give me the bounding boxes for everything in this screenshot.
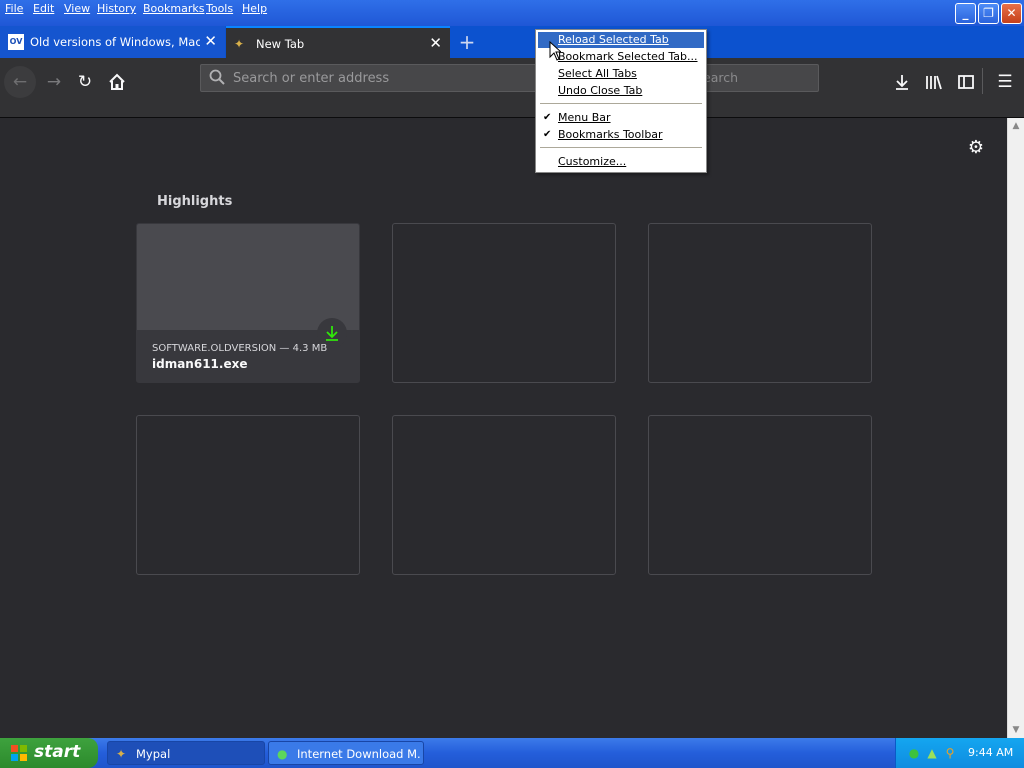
highlight-card-empty (648, 223, 872, 383)
card-preview (137, 224, 359, 330)
forward-arrow-icon: → (46, 72, 62, 92)
new-tab-page: ⚙ Highlights SOFTWARE.OLDVERSION — 4.3 M… (0, 118, 1007, 738)
restore-icon: ❐ (983, 6, 994, 20)
card-filename: idman611.exe (152, 357, 248, 371)
nav-toolbar: ← → ↻ earch (0, 58, 1024, 118)
reload-icon: ↻ (77, 72, 93, 92)
hamburger-icon: ☰ (997, 72, 1013, 92)
menu-item-customize[interactable]: Customize... (538, 154, 704, 170)
back-button[interactable]: ← (4, 66, 36, 98)
download-icon (896, 75, 908, 90)
search-icon (209, 69, 225, 85)
menu-item-label: Bookmark Selected Tab... (558, 50, 698, 63)
highlight-card-download[interactable]: SOFTWARE.OLDVERSION — 4.3 MB idman611.ex… (136, 223, 360, 383)
menu-item-undo-close-tab[interactable]: Undo Close Tab (538, 83, 704, 99)
highlight-card-empty (392, 223, 616, 383)
menu-item-select-all-tabs[interactable]: Select All Tabs (538, 66, 704, 82)
menu-history[interactable]: History (97, 2, 136, 16)
minimize-button[interactable]: _ (955, 3, 976, 24)
home-button[interactable] (101, 66, 133, 98)
tab-new-tab[interactable]: ✦ New Tab ✕ (226, 26, 450, 58)
idm-tray-icon[interactable]: ▲ (924, 745, 940, 761)
idm-globe-icon: ● (277, 747, 288, 761)
task-label: Mypal (136, 747, 171, 761)
menu-item-label: Customize... (558, 155, 627, 168)
checkmark-icon: ✔ (543, 112, 552, 123)
tab-close-icon[interactable]: ✕ (204, 33, 217, 49)
scroll-down-arrow-icon[interactable]: ▼ (1008, 722, 1024, 738)
close-icon: ✕ (1006, 6, 1017, 20)
mypal-favicon-icon: ✦ (234, 37, 245, 51)
reload-button[interactable]: ↻ (69, 66, 101, 98)
system-tray: ● ▲ ⚲ 9:44 AM (895, 738, 1024, 768)
download-arrow-icon (326, 326, 338, 341)
start-label: start (34, 742, 81, 762)
menu-item-bookmarks-toolbar[interactable]: ✔ Bookmarks Toolbar (538, 127, 704, 143)
open-menu-button[interactable]: ☰ (989, 66, 1021, 98)
taskbar-item-mypal[interactable]: ✦ Mypal (107, 741, 265, 765)
mypal-app-icon: ✦ (116, 747, 127, 761)
menu-item-menu-bar[interactable]: ✔ Menu Bar (538, 110, 704, 126)
back-arrow-icon: ← (12, 72, 28, 92)
address-input[interactable] (233, 69, 533, 87)
highlight-card-empty (648, 415, 872, 575)
home-icon (109, 73, 125, 90)
search-hint-text: earch (703, 70, 739, 85)
network-globe-icon[interactable]: ● (906, 745, 922, 761)
vertical-scrollbar[interactable]: ▲ ▼ (1007, 118, 1024, 738)
toolbar-separator (982, 68, 983, 94)
menu-item-label: Menu Bar (558, 111, 611, 124)
windows-logo-icon (11, 745, 27, 761)
menu-view[interactable]: View (64, 2, 90, 16)
card-source-size: SOFTWARE.OLDVERSION — 4.3 MB (152, 343, 328, 354)
library-button[interactable] (918, 66, 950, 98)
scroll-up-arrow-icon[interactable]: ▲ (1008, 118, 1024, 134)
gear-icon[interactable]: ⚙ (966, 138, 986, 158)
restore-button[interactable]: ❐ (978, 3, 999, 24)
tab-strip: OV Old versions of Windows, Mac and ✕ ✦ … (0, 26, 1024, 58)
oldversion-favicon-icon: OV (8, 34, 24, 50)
screen: File Edit View History Bookmarks Tools H… (0, 0, 1024, 768)
downloads-button[interactable] (886, 66, 918, 98)
new-tab-button[interactable]: + (455, 28, 479, 56)
library-icon (926, 75, 942, 90)
close-window-button[interactable]: ✕ (1001, 3, 1022, 24)
tab-title: Old versions of Windows, Mac and (30, 35, 200, 49)
menu-file[interactable]: File (5, 2, 23, 16)
highlight-card-empty (136, 415, 360, 575)
forward-button[interactable]: → (38, 66, 70, 98)
highlight-card-empty (392, 415, 616, 575)
sidebar-icon (958, 75, 974, 89)
menu-item-label: Bookmarks Toolbar (558, 128, 663, 141)
tab-title: New Tab (256, 37, 305, 51)
menu-item-label: Reload Selected Tab (558, 33, 669, 46)
clock: 9:44 AM (968, 746, 1014, 759)
menu-separator (540, 147, 702, 148)
url-bar[interactable]: earch (200, 64, 819, 92)
taskbar: start ✦ Mypal ● Internet Download M... ●… (0, 738, 1024, 768)
menu-separator (540, 103, 702, 104)
menu-bookmarks[interactable]: Bookmarks (143, 2, 204, 16)
menu-help[interactable]: Help (242, 2, 267, 16)
tab-oldversion[interactable]: OV Old versions of Windows, Mac and ✕ (0, 26, 225, 58)
start-button[interactable]: start (0, 738, 98, 768)
mouse-pointer-icon (549, 41, 561, 61)
tab-close-icon[interactable]: ✕ (429, 35, 442, 51)
menu-item-label: Select All Tabs (558, 67, 637, 80)
minimize-icon: _ (962, 6, 969, 20)
sidebar-button[interactable] (950, 66, 982, 98)
menu-edit[interactable]: Edit (33, 2, 54, 16)
checkmark-icon: ✔ (543, 129, 552, 140)
menu-bar: File Edit View History Bookmarks Tools H… (0, 0, 1024, 26)
menu-item-reload-selected-tab[interactable]: Reload Selected Tab (538, 32, 704, 48)
menu-tools[interactable]: Tools (206, 2, 233, 16)
menu-item-label: Undo Close Tab (558, 84, 643, 97)
taskbar-item-internet-download-manager[interactable]: ● Internet Download M... (268, 741, 424, 765)
search-tray-icon[interactable]: ⚲ (942, 745, 958, 761)
highlights-heading: Highlights (157, 194, 233, 209)
task-label: Internet Download M... (297, 747, 421, 761)
menu-item-bookmark-selected-tab[interactable]: Bookmark Selected Tab... (538, 49, 704, 65)
